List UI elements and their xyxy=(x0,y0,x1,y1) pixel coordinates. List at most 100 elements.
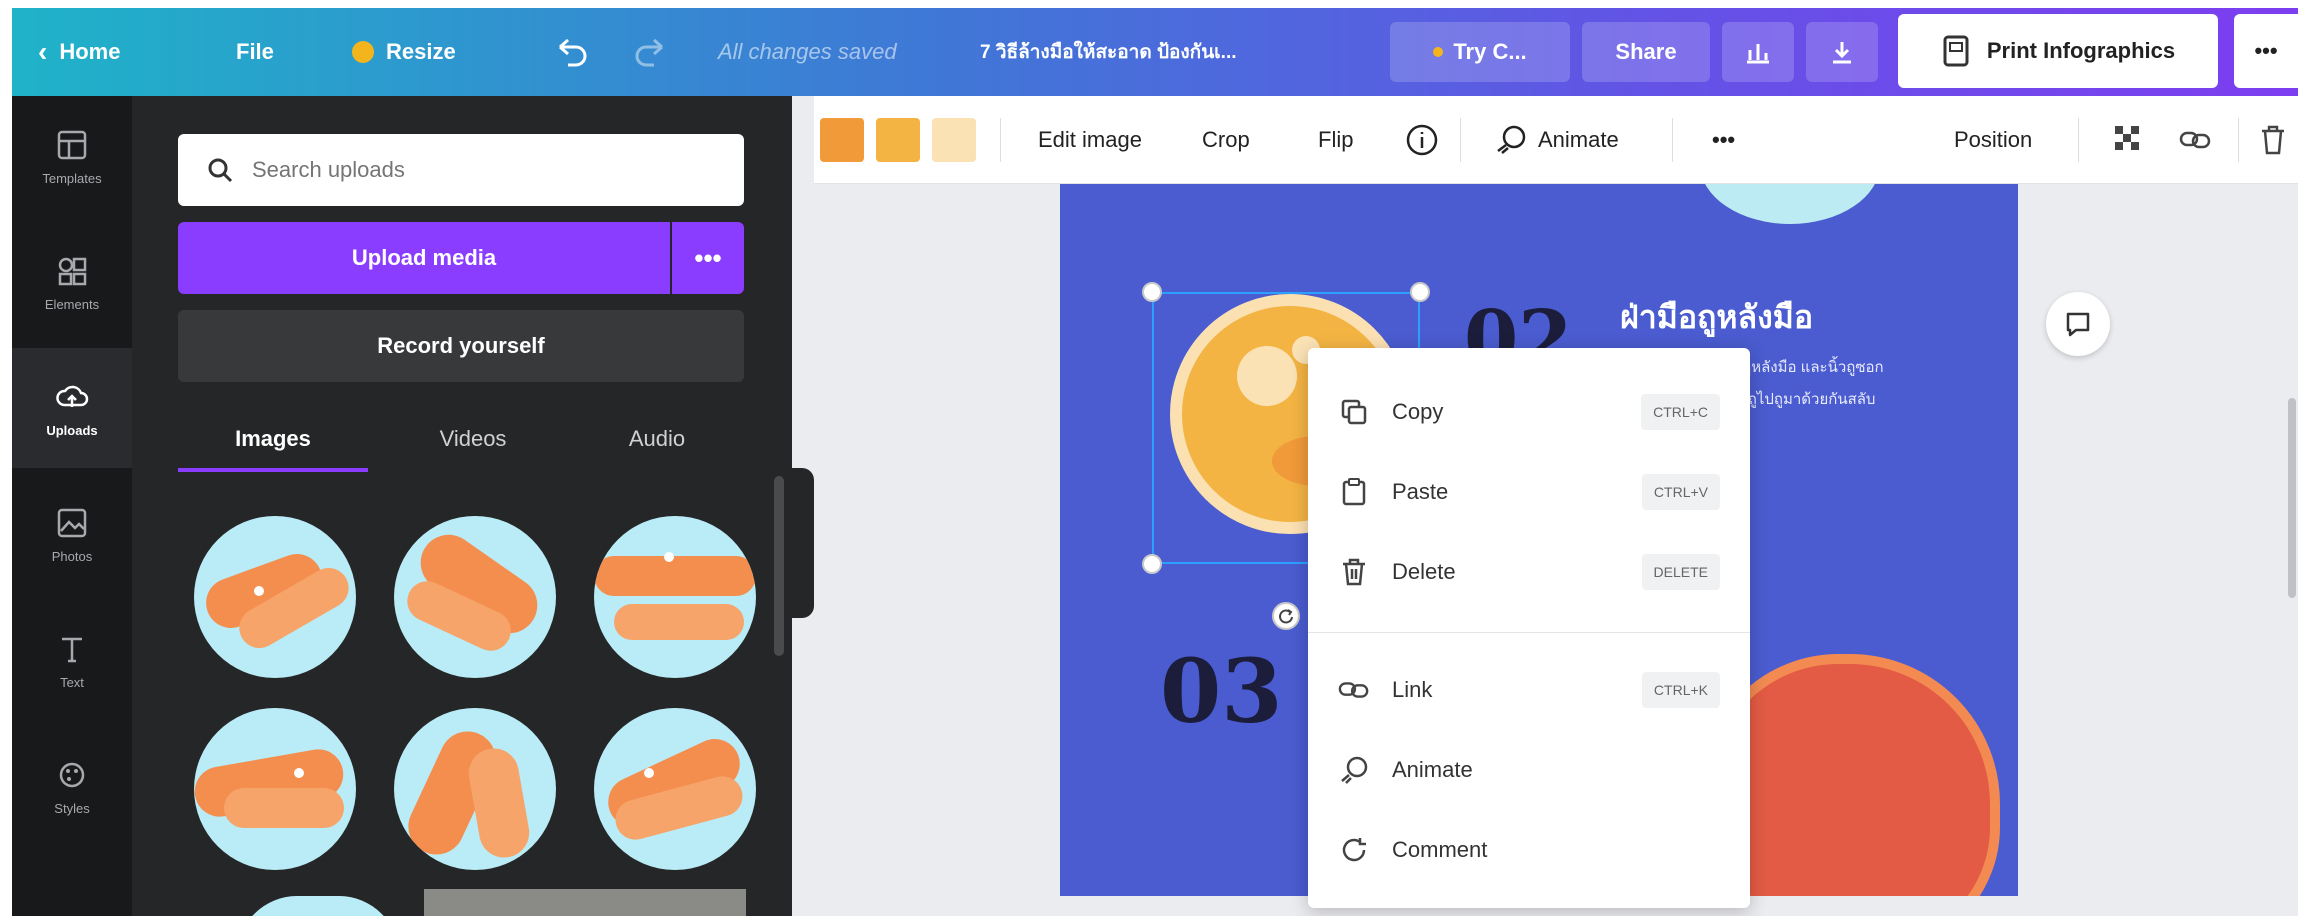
info-icon xyxy=(1406,124,1438,156)
side-rail: Templates Elements Uploads Photos Text S… xyxy=(12,96,132,916)
shortcut-badge: CTRL+K xyxy=(1641,672,1720,708)
copy-icon xyxy=(1338,396,1370,428)
record-yourself-button[interactable]: Record yourself xyxy=(178,310,744,382)
stats-button[interactable] xyxy=(1722,22,1794,82)
menu-label: Comment xyxy=(1392,837,1488,862)
try-canva-pro-button[interactable]: Try C... xyxy=(1390,22,1570,82)
rotate-icon xyxy=(1279,609,1293,624)
undo-button[interactable] xyxy=(552,8,588,96)
edit-image-button[interactable]: Edit image xyxy=(1038,96,1142,184)
redo-icon xyxy=(635,38,663,67)
upload-thumbnail[interactable] xyxy=(237,896,399,916)
context-menu: Copy CTRL+C Paste CTRL+V Delete DELETE L… xyxy=(1308,348,1750,908)
styles-icon xyxy=(54,757,90,793)
upload-more-button[interactable]: ••• xyxy=(672,222,744,294)
document-title[interactable]: 7 วิธีล้างมือให้สะอาด ป้องกันเ... xyxy=(980,8,1237,96)
upload-thumbnail-photo[interactable] xyxy=(424,889,746,916)
menu-item-link[interactable]: Link CTRL+K xyxy=(1308,650,1750,730)
rotate-handle[interactable] xyxy=(1272,602,1300,630)
print-label: Print Infographics xyxy=(1986,38,2176,63)
share-button[interactable]: Share xyxy=(1582,22,1710,82)
resize-label: Resize xyxy=(386,39,456,64)
upload-thumbnail[interactable] xyxy=(594,708,756,870)
rail-label: Styles xyxy=(54,800,90,816)
print-button[interactable]: Print Infographics xyxy=(1898,14,2218,88)
position-button[interactable]: Position xyxy=(1954,96,2032,184)
animate-button[interactable]: Animate xyxy=(1494,96,1619,184)
more-options-button[interactable]: ••• xyxy=(2234,14,2298,88)
canva-editor: ‹ Home File Resize All changes saved 7 ว… xyxy=(12,8,2298,916)
collapse-panel-handle[interactable] xyxy=(792,468,814,618)
step-heading[interactable]: ฝ่ามือถูหลังมือ xyxy=(1620,292,1813,343)
color-swatch[interactable] xyxy=(876,118,920,162)
resize-button[interactable]: Resize xyxy=(352,8,456,96)
panel-scrollbar[interactable] xyxy=(774,476,784,656)
download-button[interactable] xyxy=(1806,22,1878,82)
step-description[interactable]: ฝ่ามือถูหลังมือ และนิ้วถูซอก นิ้วมือ ถูไ… xyxy=(1706,352,2006,448)
canvas-scrollbar[interactable] xyxy=(2288,398,2296,598)
paste-icon xyxy=(1338,476,1370,508)
try-canva-label: Try C... xyxy=(1453,39,1527,64)
resize-handle[interactable] xyxy=(1142,554,1162,574)
upload-thumbnail[interactable] xyxy=(194,708,356,870)
resize-handle[interactable] xyxy=(1142,282,1162,302)
file-menu-button[interactable]: File xyxy=(236,8,274,96)
crop-button[interactable]: Crop xyxy=(1202,96,1250,184)
menu-item-animate[interactable]: Animate xyxy=(1308,730,1750,810)
menu-item-paste[interactable]: Paste CTRL+V xyxy=(1308,452,1750,532)
more-tools-button[interactable]: ••• xyxy=(1712,96,1735,184)
hand-shape xyxy=(224,788,344,828)
menu-item-copy[interactable]: Copy CTRL+C xyxy=(1308,372,1750,452)
rail-item-styles[interactable]: Styles xyxy=(12,726,132,846)
flip-button[interactable]: Flip xyxy=(1318,96,1353,184)
desc-line: ฝ่ามือถูหลังมือ และนิ้วถูซอก xyxy=(1706,359,1884,376)
upload-thumbnail[interactable] xyxy=(194,516,356,678)
add-comment-button[interactable] xyxy=(2046,292,2110,356)
resize-handle[interactable] xyxy=(1410,282,1430,302)
redo-button[interactable] xyxy=(634,8,670,96)
link-icon xyxy=(2179,131,2211,149)
home-label: Home xyxy=(59,39,121,64)
toolbar-divider xyxy=(1460,118,1461,162)
desc-line: นิ้วมือ ถูไปถูมาด้วยกันสลับ xyxy=(1706,391,1876,408)
upload-thumbnail[interactable] xyxy=(394,516,556,678)
search-input[interactable] xyxy=(252,157,692,183)
rail-label: Text xyxy=(60,674,84,690)
step-number-03[interactable]: 03 xyxy=(1160,639,1282,743)
info-button[interactable] xyxy=(1404,96,1440,184)
upload-thumbnail[interactable] xyxy=(594,516,756,678)
rail-item-photos[interactable]: Photos xyxy=(12,474,132,594)
link-icon xyxy=(1338,674,1370,706)
search-icon xyxy=(208,158,233,183)
elements-icon xyxy=(54,253,90,289)
home-button[interactable]: ‹ Home xyxy=(38,8,120,96)
photos-icon xyxy=(54,505,90,541)
link-button[interactable] xyxy=(2178,96,2214,184)
tab-videos[interactable]: Videos xyxy=(378,414,568,464)
tab-audio[interactable]: Audio xyxy=(562,414,752,464)
toolbar-divider xyxy=(1000,118,1001,162)
color-swatch[interactable] xyxy=(932,118,976,162)
comment-icon xyxy=(1338,834,1370,866)
text-icon xyxy=(54,631,90,667)
upload-thumbnail[interactable] xyxy=(394,708,556,870)
menu-item-comment[interactable]: Comment xyxy=(1308,810,1750,890)
hand-shape xyxy=(614,604,744,640)
shortcut-badge: DELETE xyxy=(1641,554,1720,590)
animate-label: Animate xyxy=(1538,127,1619,152)
rail-item-uploads[interactable]: Uploads xyxy=(12,348,132,468)
rail-item-templates[interactable]: Templates xyxy=(12,96,132,216)
undo-icon xyxy=(559,38,587,67)
delete-button[interactable] xyxy=(2258,96,2288,184)
search-box[interactable] xyxy=(178,134,744,206)
transparency-button[interactable] xyxy=(2112,96,2146,184)
rail-item-elements[interactable]: Elements xyxy=(12,222,132,342)
toolbar-divider xyxy=(1672,118,1673,162)
toolbar-divider xyxy=(2238,118,2239,162)
color-swatch[interactable] xyxy=(820,118,864,162)
rail-item-text[interactable]: Text xyxy=(12,600,132,720)
menu-item-delete[interactable]: Delete DELETE xyxy=(1308,532,1750,612)
upload-media-button[interactable]: Upload media xyxy=(178,222,670,294)
tab-images[interactable]: Images xyxy=(178,414,368,464)
bubble xyxy=(644,768,654,778)
